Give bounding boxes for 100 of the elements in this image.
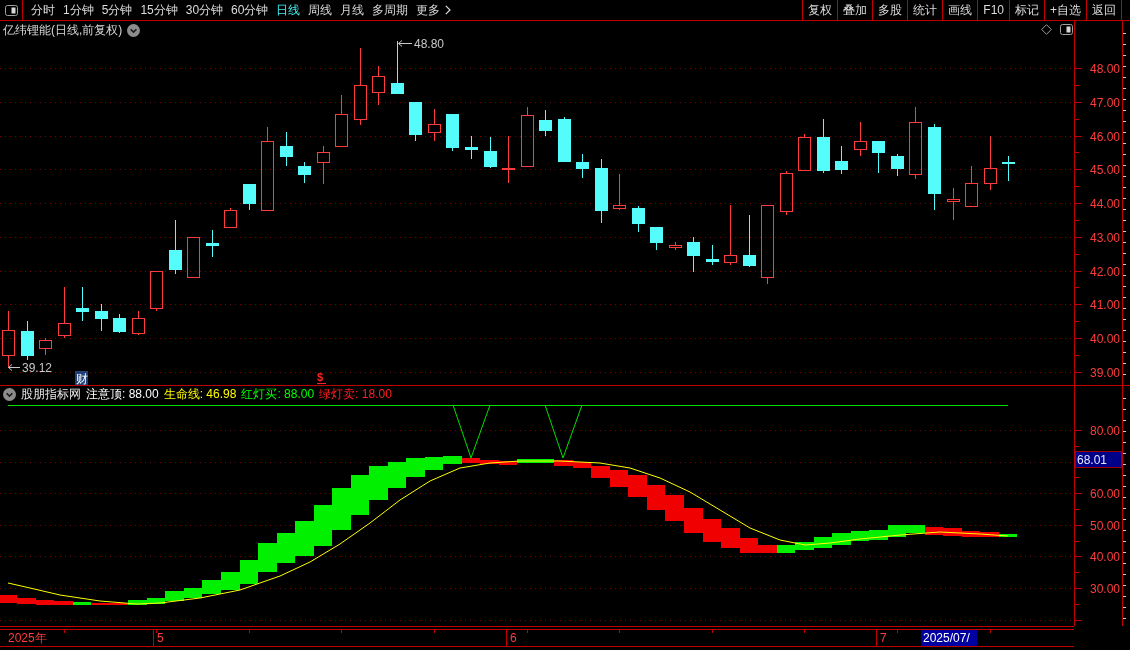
toolbar-button[interactable]: F10	[977, 0, 1009, 20]
price-axis-label: 39.00	[1090, 365, 1121, 380]
date-axis-label: 7	[880, 631, 887, 645]
candlestick	[687, 236, 700, 273]
candlestick	[224, 207, 237, 229]
indicator-reading: 生命线: 46.98	[163, 387, 237, 402]
price-axis-label: 48.00	[1090, 61, 1121, 76]
candlestick	[632, 205, 645, 233]
leader-arrow	[398, 40, 413, 47]
candlestick	[650, 226, 663, 251]
candlestick	[391, 40, 404, 94]
candlestick	[428, 108, 441, 142]
period-tab[interactable]: 月线	[336, 0, 369, 20]
candlestick	[891, 153, 904, 177]
candlestick	[576, 153, 589, 179]
candlestick	[965, 165, 978, 207]
toolbar-button[interactable]: 复权	[802, 0, 838, 20]
price-axis-label: 47.00	[1090, 95, 1121, 110]
candlestick	[947, 187, 960, 221]
candlestick	[484, 136, 497, 169]
rising-block	[73, 602, 91, 605]
toolbar-button[interactable]: 统计	[907, 0, 943, 20]
price-axis-label: 46.00	[1090, 129, 1121, 144]
rising-block	[999, 534, 1017, 537]
candlestick	[817, 118, 830, 174]
price-axis-label: 41.00	[1090, 297, 1121, 312]
toolbar-button[interactable]: 返回	[1086, 0, 1121, 20]
indicator-reading: 注意顶: 88.00	[86, 387, 159, 402]
rising-block	[814, 537, 832, 548]
more-menu-button[interactable]: 更多	[412, 0, 456, 20]
candlestick	[835, 145, 848, 175]
rising-block	[202, 580, 221, 594]
price-axis-label: 44.00	[1090, 196, 1121, 211]
candlestick	[113, 313, 126, 334]
candlestick	[150, 270, 163, 312]
rising-block	[832, 533, 851, 545]
period-tab[interactable]: 15分钟	[136, 0, 182, 20]
signal-v-marker	[544, 404, 583, 459]
period-tab[interactable]: 30分钟	[181, 0, 228, 20]
candlestick	[613, 173, 626, 211]
period-tab[interactable]: 1分钟	[59, 0, 98, 20]
chevron-right-icon	[445, 5, 452, 15]
low-price-label: 39.12	[22, 361, 53, 375]
period-tab[interactable]: 60分钟	[227, 0, 273, 20]
falling-block	[647, 485, 665, 510]
candlestick	[539, 109, 552, 137]
candlestick	[502, 135, 515, 184]
indicator-axis-label: 60.00	[1090, 486, 1121, 501]
dropdown-icon[interactable]	[127, 23, 141, 37]
rising-block	[258, 543, 277, 572]
cursor-date-label: 2025/07/	[921, 630, 977, 646]
date-axis-label: 5	[157, 631, 164, 645]
indicator-reading: 红灯买: 88.00	[241, 387, 315, 402]
period-tab[interactable]: 5分钟	[97, 0, 137, 20]
diamond-icon[interactable]	[1041, 24, 1052, 35]
candlestick	[465, 135, 478, 160]
panel-toggle-icon	[4, 4, 18, 16]
candlestick	[21, 320, 34, 361]
falling-block	[665, 495, 684, 521]
toolbar-button[interactable]: 多股	[872, 0, 908, 20]
stock-title: 亿纬锂能(日线,前复权)	[3, 22, 123, 38]
candlestick	[798, 133, 811, 171]
date-axis-label: 6	[510, 631, 517, 645]
indicator-axis-label: 30.00	[1090, 581, 1121, 596]
candlestick	[409, 101, 422, 142]
period-tab[interactable]: 日线	[272, 0, 305, 20]
candlestick	[298, 161, 311, 184]
candlestick	[39, 337, 52, 356]
toolbar-button[interactable]: 叠加	[837, 0, 873, 20]
candlestick	[372, 65, 385, 106]
candlestick	[984, 135, 997, 191]
candlestick	[1002, 155, 1015, 182]
rising-block	[240, 560, 258, 584]
toolbar-button[interactable]: 画线	[942, 0, 978, 20]
leader-arrow	[8, 364, 21, 371]
falling-block	[721, 528, 740, 548]
candlestick	[317, 145, 330, 185]
date-axis-label: 2025年	[8, 631, 47, 645]
period-tab[interactable]: 周线	[304, 0, 337, 20]
rising-block	[869, 530, 888, 540]
candlestick	[706, 244, 719, 266]
toolbar-button[interactable]: 标记	[1009, 0, 1044, 20]
indicator-axis-label: 50.00	[1090, 518, 1121, 533]
period-tab[interactable]: 多周期	[368, 0, 413, 20]
price-axis-label: 43.00	[1090, 230, 1121, 245]
price-axis-label: 40.00	[1090, 331, 1121, 346]
candlestick	[58, 286, 71, 339]
high-price-label: 48.80	[414, 37, 445, 51]
dropdown-icon[interactable]	[3, 388, 16, 401]
candlestick	[872, 140, 885, 174]
panel-toggle-icon[interactable]	[1060, 24, 1073, 35]
period-tab[interactable]: 分时	[27, 0, 59, 20]
candlestick	[521, 106, 534, 167]
indicator-name: 股朋指标网	[21, 387, 81, 402]
signal-v-marker	[452, 404, 491, 459]
price-axis-label: 42.00	[1090, 264, 1121, 279]
candlestick	[280, 131, 293, 167]
candlestick	[95, 303, 108, 332]
candlestick	[724, 204, 737, 266]
toolbar-button[interactable]: +自选	[1044, 0, 1086, 20]
